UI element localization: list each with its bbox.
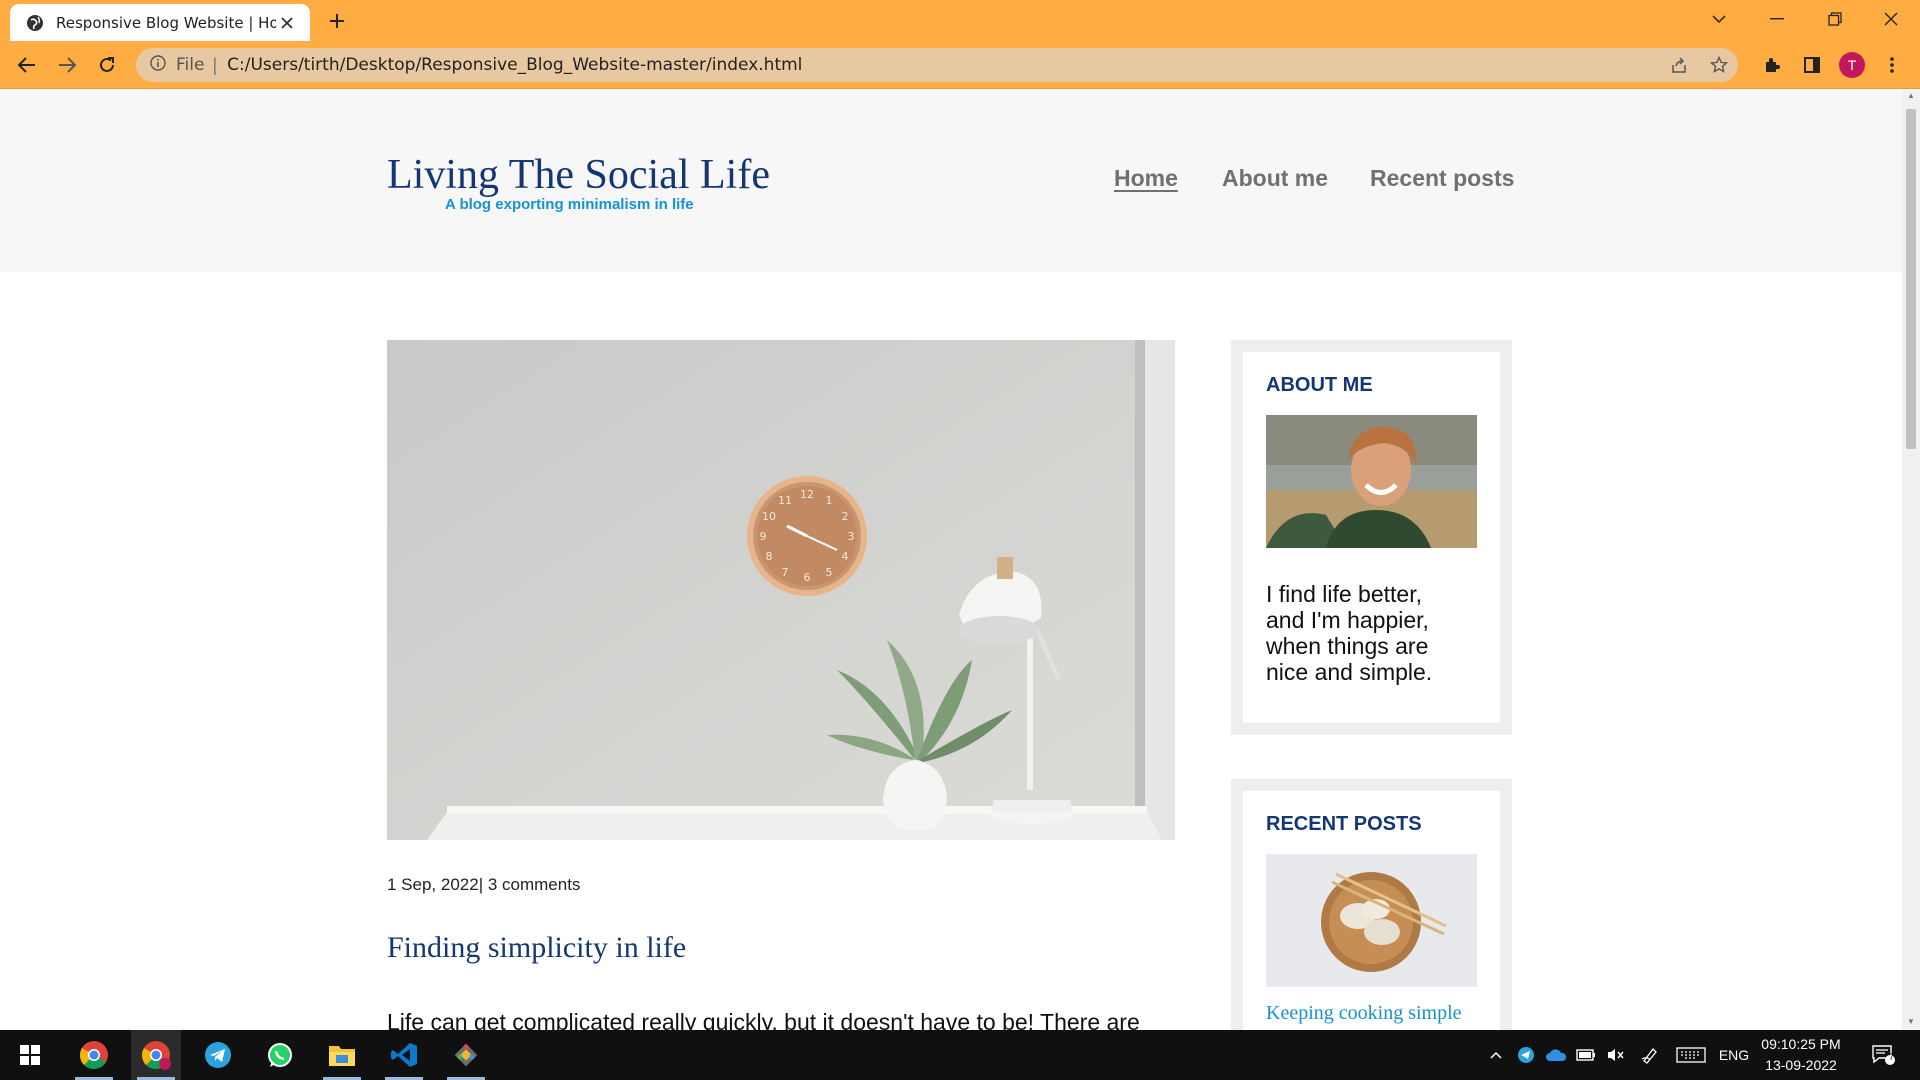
svg-text:8: 8 (766, 550, 773, 563)
language-indicator[interactable]: ENG (1716, 1030, 1752, 1080)
pen-icon[interactable] (1637, 1030, 1663, 1080)
site-header: Living The Social Life A blog exporting … (0, 89, 1902, 272)
svg-text:4: 4 (842, 550, 849, 563)
browser-menu-icon[interactable] (1875, 49, 1909, 81)
page-viewport: Living The Social Life A blog exporting … (0, 89, 1902, 1030)
post-excerpt: Life can get complicated really quickly,… (387, 1009, 1140, 1030)
scroll-up-arrow-icon[interactable]: ▲ (1906, 91, 1916, 101)
svg-text:7: 7 (782, 566, 789, 579)
recent-posts-card: RECENT POSTS Keeping cooking simple (1243, 791, 1500, 1030)
vscode-icon[interactable] (379, 1030, 429, 1080)
new-tab-button[interactable] (322, 8, 352, 34)
windows-start-icon[interactable] (5, 1030, 55, 1080)
svg-text:3: 3 (848, 530, 855, 543)
telegram-tray-icon[interactable] (1514, 1030, 1538, 1080)
bookmark-star-icon[interactable] (1702, 48, 1736, 82)
git-icon[interactable] (441, 1030, 491, 1080)
notification-count: 7 (1889, 1052, 1895, 1062)
author-photo (1266, 415, 1477, 548)
clock-date: 13-09-2022 (1765, 1057, 1837, 1073)
chrome-icon[interactable] (69, 1030, 119, 1080)
side-panel-icon[interactable] (1795, 49, 1829, 81)
svg-text:9: 9 (760, 530, 767, 543)
svg-text:1: 1 (826, 494, 833, 507)
nav-recent-posts[interactable]: Recent posts (1370, 165, 1514, 192)
about-me-widget: ABOUT ME I find life better, and I'm hap… (1231, 340, 1512, 735)
svg-text:6: 6 (804, 571, 811, 584)
file-explorer-icon[interactable] (317, 1030, 367, 1080)
tab-title: Responsive Blog Website | Home (56, 13, 276, 32)
about-me-card: ABOUT ME I find life better, and I'm hap… (1243, 352, 1500, 723)
close-window-button[interactable] (1862, 0, 1920, 38)
touch-keyboard-icon[interactable] (1674, 1030, 1708, 1080)
volume-muted-icon[interactable] (1603, 1030, 1629, 1080)
windows-taskbar: ENG 09:10:25 PM 13-09-2022 7 (0, 1030, 1920, 1080)
recent-post-link[interactable]: Keeping cooking simple (1266, 1002, 1462, 1025)
nav-about-me[interactable]: About me (1222, 165, 1328, 192)
about-me-text: I find life better, and I'm happier, whe… (1266, 581, 1433, 685)
recent-post-thumbnail[interactable] (1266, 854, 1477, 987)
address-separator: | (212, 54, 218, 75)
onedrive-icon[interactable] (1543, 1030, 1569, 1080)
clock-time: 09:10:25 PM (1761, 1036, 1841, 1052)
site-subtitle: A blog exporting minimalism in life (445, 196, 694, 213)
browser-tab[interactable]: Responsive Blog Website | Home (10, 4, 310, 41)
profile-initial: T (1839, 52, 1865, 78)
svg-text:2: 2 (842, 510, 849, 523)
svg-text:11: 11 (778, 494, 792, 507)
whatsapp-icon[interactable] (255, 1030, 305, 1080)
about-me-heading: ABOUT ME (1266, 374, 1373, 396)
browser-tab-bar: Responsive Blog Website | Home (0, 0, 1920, 41)
back-button[interactable] (10, 49, 44, 81)
site-title[interactable]: Living The Social Life (387, 151, 770, 199)
share-icon[interactable] (1662, 48, 1696, 82)
close-tab-icon[interactable] (276, 12, 298, 34)
system-clock[interactable]: 09:10:25 PM 13-09-2022 (1754, 1034, 1848, 1076)
profile-avatar[interactable]: T (1835, 49, 1869, 81)
recent-posts-heading: RECENT POSTS (1266, 813, 1422, 835)
scroll-down-arrow-icon[interactable]: ▼ (1906, 1017, 1916, 1027)
page-scrollbar[interactable]: ▲ ▼ (1902, 89, 1920, 1030)
reload-button[interactable] (90, 49, 124, 81)
info-icon[interactable] (150, 54, 166, 76)
file-scheme-label: File (176, 55, 205, 75)
post-title-link[interactable]: Finding simplicity in life (387, 931, 686, 965)
recent-posts-widget: RECENT POSTS Keeping cooking simple (1231, 779, 1512, 1030)
browser-toolbar: File | C:/Users/tirth/Desktop/Responsive… (0, 41, 1920, 89)
address-bar[interactable]: File | C:/Users/tirth/Desktop/Responsive… (136, 48, 1738, 82)
forward-button[interactable] (50, 49, 84, 81)
restore-button[interactable] (1806, 0, 1864, 38)
notification-center-icon[interactable]: 7 (1866, 1030, 1900, 1080)
svg-text:5: 5 (826, 566, 833, 579)
scroll-thumb[interactable] (1906, 109, 1916, 449)
featured-post-image[interactable]: 12 1 2 3 45 6 78 9 10 11 (387, 340, 1175, 840)
tab-search-icon[interactable] (1690, 0, 1748, 38)
url-text[interactable]: C:/Users/tirth/Desktop/Responsive_Blog_W… (227, 55, 802, 75)
extensions-icon[interactable] (1755, 49, 1789, 81)
post-meta: 1 Sep, 2022| 3 comments (387, 875, 581, 894)
minimize-button[interactable] (1748, 0, 1806, 38)
svg-text:10: 10 (762, 510, 776, 523)
show-hidden-icons-icon[interactable] (1486, 1030, 1506, 1080)
svg-text:12: 12 (800, 488, 814, 501)
nav-home[interactable]: Home (1114, 165, 1178, 192)
globe-icon (26, 14, 44, 32)
chrome-profile-icon[interactable] (131, 1030, 181, 1080)
battery-icon[interactable] (1574, 1030, 1598, 1080)
telegram-icon[interactable] (193, 1030, 243, 1080)
